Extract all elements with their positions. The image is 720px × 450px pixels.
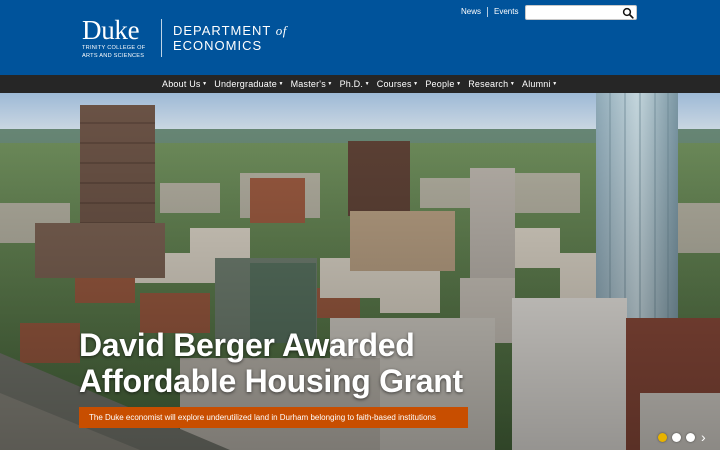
- slider-pagination: ›: [658, 430, 706, 444]
- caret-down-icon: ▼: [202, 81, 208, 87]
- hero-headline-line2: Affordable Housing Grant: [79, 363, 463, 399]
- dept-line1: DEPARTMENT of: [173, 23, 287, 38]
- caret-down-icon: ▼: [364, 81, 370, 87]
- hero-caption[interactable]: The Duke economist will explore underuti…: [79, 407, 468, 428]
- site-header: Duke TRINITY COLLEGE OF ARTS AND SCIENCE…: [0, 0, 720, 75]
- logo-subtitle-line1: TRINITY COLLEGE OF: [82, 45, 146, 51]
- nav-label: Alumni: [522, 79, 551, 89]
- slide-dot-1[interactable]: [658, 432, 667, 442]
- search-box: [525, 5, 637, 20]
- nav-alumni[interactable]: Alumni ▼: [522, 79, 557, 89]
- hero-headline-line1: David Berger Awarded: [79, 327, 415, 363]
- nav-label: Undergraduate: [214, 79, 277, 89]
- nav-label: Research: [468, 79, 509, 89]
- caret-down-icon: ▼: [552, 81, 558, 87]
- nav-about-us[interactable]: About Us ▼: [162, 79, 207, 89]
- nav-masters[interactable]: Master's ▼: [291, 79, 333, 89]
- hero-slider: David Berger Awarded Affordable Housing …: [0, 93, 720, 450]
- nav-label: Master's: [290, 79, 326, 89]
- hero-headline[interactable]: David Berger Awarded Affordable Housing …: [79, 327, 499, 399]
- caret-down-icon: ▼: [413, 81, 419, 87]
- slide-dot-2[interactable]: [672, 432, 681, 442]
- nav-label: Courses: [376, 79, 412, 89]
- events-link[interactable]: Events: [488, 7, 524, 17]
- caret-down-icon: ▼: [327, 81, 333, 87]
- dept-line2: ECONOMICS: [173, 38, 263, 53]
- chevron-right-icon[interactable]: ›: [701, 430, 706, 444]
- caret-down-icon: ▼: [278, 81, 284, 87]
- nav-label: People: [425, 79, 455, 89]
- nav-undergraduate[interactable]: Undergraduate ▼: [214, 79, 283, 89]
- main-nav-list: About Us ▼ Undergraduate ▼ Master's ▼ Ph.D.…: [162, 75, 564, 93]
- magnifier-icon[interactable]: [622, 7, 634, 19]
- nav-phd[interactable]: Ph.D. ▼: [340, 79, 370, 89]
- utility-links: News Events: [455, 7, 524, 17]
- dept-word: DEPARTMENT: [173, 23, 272, 38]
- caret-down-icon: ▼: [509, 81, 515, 87]
- logo-wordmark: Duke: [82, 15, 140, 45]
- nav-label: About Us: [162, 79, 201, 89]
- logo-divider: [161, 19, 162, 57]
- nav-label: Ph.D.: [339, 79, 364, 89]
- logo-subtitle-line2: ARTS AND SCIENCES: [82, 53, 145, 60]
- nav-people[interactable]: People ▼: [425, 79, 461, 89]
- main-nav: About Us ▼ Undergraduate ▼ Master's ▼ Ph.D.…: [0, 75, 720, 93]
- duke-logo[interactable]: Duke TRINITY COLLEGE OF ARTS AND SCIENCE…: [82, 15, 146, 60]
- news-link[interactable]: News: [455, 7, 489, 17]
- dept-of: of: [275, 23, 287, 38]
- slide-dot-3[interactable]: [686, 432, 695, 442]
- nav-research[interactable]: Research ▼: [468, 79, 515, 89]
- nav-courses[interactable]: Courses ▼: [377, 79, 419, 89]
- department-title[interactable]: DEPARTMENT of ECONOMICS: [173, 23, 287, 53]
- search-input[interactable]: [530, 7, 620, 19]
- caret-down-icon: ▼: [456, 81, 462, 87]
